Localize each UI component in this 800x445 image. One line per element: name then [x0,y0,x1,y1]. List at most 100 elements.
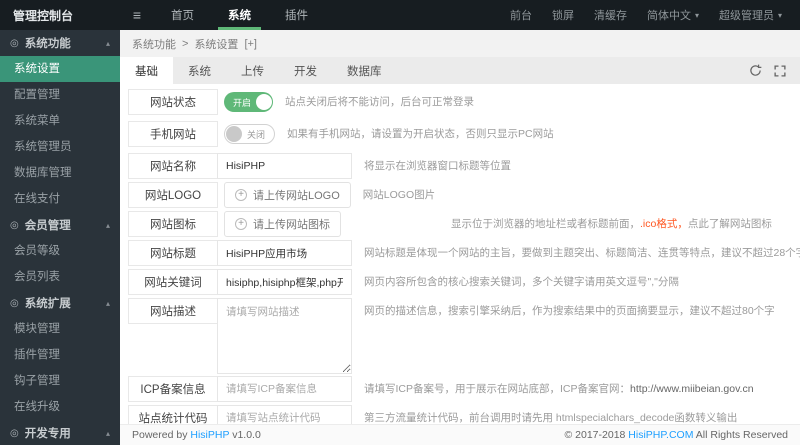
topbar-link[interactable]: 前台 [500,0,542,30]
chevron-up-icon: ▴ [105,428,110,438]
sidebar-item[interactable]: 在线升级 [0,394,120,420]
chevron-down-icon: ▾ [777,10,782,20]
help-text: 显示位于浏览器的地址栏或者标题前面， [451,218,640,230]
tab[interactable]: 开发 [279,57,332,84]
form-row: 网站描述 网页的描述信息，搜索引擎采纳后，作为搜索结果中的页面摘要显示，建议不超过… [128,298,800,374]
app-title: 管理控制台 [13,8,74,23]
copyright-text: © 2017-2018 [564,429,629,441]
sidebar-item[interactable]: 插件管理 [0,342,120,368]
topbar-link[interactable]: 简体中文 ▾ [637,0,709,30]
sidebar-group-header[interactable]: ◎ 开发专用 ▴ [0,420,120,445]
sidebar-item[interactable]: 会员列表 [0,264,120,290]
field-input[interactable] [217,240,352,266]
footer-text: Powered by [132,429,191,441]
chevron-up-icon: ▴ [105,38,110,48]
topbar-nav: 首页 系统 插件 [154,0,325,30]
footer-version: v1.0.0 [229,429,261,441]
sidebar-group-label: 系统扩展 [24,298,71,310]
field-help: 网站标题是体现一个网站的主旨，要做到主题突出、标题简洁、连贯等特点，建议不超过2… [364,240,800,267]
toggle-label: 关闭 [247,129,266,140]
topbar-nav-item[interactable]: 系统 [211,0,268,30]
topbar-link[interactable]: 超级管理员 ▾ [709,0,792,30]
help-text: 点此了解网站图标 [687,218,772,230]
sidebar-item[interactable]: 系统设置 [0,56,120,82]
topbar-link-label: 前台 [509,10,532,22]
sidebar-item[interactable]: 数据库管理 [0,160,120,186]
breadcrumb-part[interactable]: 系统功能 [132,36,176,52]
topbar-link[interactable]: 锁屏 [542,0,584,30]
hisiphp-com-link[interactable]: HisiPHP.COM [628,429,693,441]
topbar-nav-item[interactable]: 首页 [154,0,211,30]
sidebar-item[interactable]: 在线支付 [0,186,120,212]
form-row: 网站关键词 网页内容所包含的核心搜索关键词，多个关键字请用英文逗号","分隔 [128,269,800,296]
form-row: 网站LOGO + 请上传网站LOGO 网站LOGO图片 [128,182,800,209]
toggle-label: 开启 [233,97,252,108]
help-text: 网站LOGO图片 [362,189,436,201]
gear-icon: ◎ [10,219,19,231]
refresh-icon[interactable] [749,64,762,77]
form-row: ICP备案信息 请填写ICP备案号，用于展示在网站底部，ICP备案官网：http:… [128,376,800,403]
add-tab-button[interactable]: [+] [244,38,257,50]
toggle-knob [256,94,273,110]
help-text: 站点关闭后将不能访问，后台可正常登录 [285,96,475,108]
topbar-link[interactable]: 清缓存 [584,0,637,30]
toggle-switch[interactable]: 开启 [224,92,274,112]
form-row: 网站状态 开启 站点关闭后将不能访问，后台可正常登录 [128,89,800,116]
tab[interactable]: 数据库 [332,57,397,84]
sidebar-group-header[interactable]: ◎ 会员管理 ▴ [0,212,120,238]
sidebar-item[interactable]: 会员等级 [0,238,120,264]
breadcrumb-separator: > [182,37,189,50]
field-help: 网站LOGO图片 [363,182,435,209]
field-label: 网站状态 [128,89,218,115]
help-highlight: .ico格式， [640,218,688,230]
footer-left: Powered by HisiPHP v1.0.0 [132,429,261,441]
fullscreen-icon[interactable] [774,64,786,77]
field-input[interactable] [217,405,352,424]
tab-bar: 基础 系统 上传 开发 数据库 [120,57,800,84]
toggle-switch[interactable]: 关闭 [224,124,276,144]
form-row: 网站标题 网站标题是体现一个网站的主旨，要做到主题突出、标题简洁、连贯等特点，建议… [128,240,800,267]
settings-form: 网站状态 开启 站点关闭后将不能访问，后台可正常登录 手机网站 关闭 如果有手机网站，请设… [120,84,800,424]
plus-circle-icon: + [235,218,247,230]
field-input[interactable] [217,153,352,179]
field-help: 网页内容所包含的核心搜索关键词，多个关键字请用英文逗号","分隔 [364,269,679,296]
topbar-nav-item[interactable]: 插件 [268,0,325,30]
sidebar-item[interactable]: 模块管理 [0,316,120,342]
tab[interactable]: 基础 [120,57,173,84]
help-text: 将显示在浏览器窗口标题等位置 [364,160,511,172]
gear-icon: ◎ [10,297,19,309]
topbar-link-label: 锁屏 [551,10,574,22]
tab[interactable]: 上传 [226,57,279,84]
sidebar-group-header[interactable]: ◎ 系统功能 ▴ [0,30,120,56]
form-row: 网站名称 将显示在浏览器窗口标题等位置 [128,153,800,180]
field-help: 请填写ICP备案号，用于展示在网站底部，ICP备案官网：http://www.m… [364,376,754,403]
sidebar-item[interactable]: 配置管理 [0,82,120,108]
tab[interactable]: 系统 [173,57,226,84]
toggle-knob [226,126,242,142]
field-input[interactable] [217,269,352,295]
upload-button-label: 请上传网站LOGO [253,190,340,202]
rights-text: All Rights Reserved [693,429,788,441]
sidebar-item[interactable]: 系统菜单 [0,108,120,134]
footer: Powered by HisiPHP v1.0.0 © 2017-2018 Hi… [120,424,800,445]
sidebar: ◎ 系统功能 ▴ 系统设置 配置管理 系统菜单 系统管理员 数据库管理 在线支付 ◎ 会员管理 ▴ 会员… [0,30,120,445]
sidebar-item[interactable]: 系统管理员 [0,134,120,160]
sidebar-group-header[interactable]: ◎ 系统扩展 ▴ [0,290,120,316]
hamburger-icon[interactable]: ≡ [120,0,154,30]
upload-button-label: 请上传网站图标 [253,219,330,231]
hisiphp-link[interactable]: HisiPHP [190,429,229,441]
field-textarea[interactable] [217,298,352,374]
sidebar-group-label: 会员管理 [24,220,71,232]
upload-button[interactable]: + 请上传网站LOGO [224,182,351,208]
plus-circle-icon: + [235,189,247,201]
help-text: 网页的描述信息，搜索引擎采纳后，作为搜索结果中的页面摘要显示，建议不超过80个字 [364,305,775,317]
chevron-up-icon: ▴ [105,298,110,308]
chevron-up-icon: ▴ [105,220,110,230]
help-text: 请填写ICP备案号，用于展示在网站底部，ICP备案官网： [364,383,631,395]
field-help: 网页的描述信息，搜索引擎采纳后，作为搜索结果中的页面摘要显示，建议不超过80个字 [364,298,775,325]
field-label: 网站关键词 [128,269,218,295]
upload-button[interactable]: + 请上传网站图标 [224,211,341,237]
field-input[interactable] [217,376,352,402]
chevron-down-icon: ▾ [694,10,699,20]
sidebar-item[interactable]: 钩子管理 [0,368,120,394]
